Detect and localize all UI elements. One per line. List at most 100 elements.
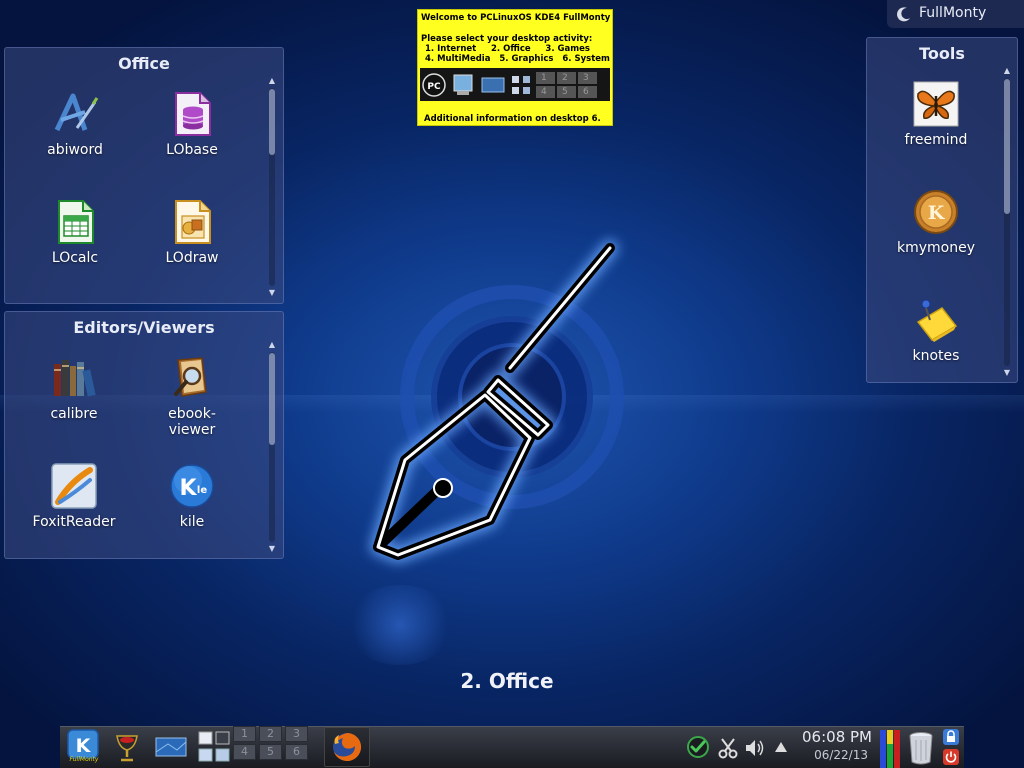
scroll-up-icon[interactable]: ▲ (1002, 66, 1012, 76)
chalice-icon (116, 735, 138, 762)
office-scrollbar[interactable]: ▲ ▼ (267, 76, 277, 298)
desktop-icon-abiword[interactable]: abiword (20, 90, 130, 158)
desktop-icon-localc[interactable]: LOcalc (20, 198, 130, 266)
desktop-icon-calibre[interactable]: calibre (19, 354, 129, 422)
checkmark-icon (687, 736, 709, 758)
svg-text:PC: PC (427, 82, 441, 92)
clock-date[interactable]: 06/22/13 (796, 748, 868, 762)
desktop-icon-label: kile (179, 514, 205, 530)
desktop-icon-lobase[interactable]: LObase (137, 90, 247, 158)
show-desktop-icon (155, 737, 187, 757)
folder-view-editors-viewers: Editors/Viewers ▲ ▼ calibre ebook- viewe… (4, 311, 284, 559)
taskbar-trash[interactable] (906, 730, 936, 766)
kmymoney-icon: K (914, 190, 958, 234)
pager-desktop-3[interactable]: 3 (285, 726, 308, 742)
desktop-icon-knotes[interactable]: knotes (881, 296, 991, 364)
welcome-pager-4: 4 (541, 87, 547, 97)
svg-text:K: K (928, 202, 946, 224)
desktop-icon-label: FoxitReader (32, 514, 116, 530)
scroll-up-icon[interactable]: ▲ (267, 340, 277, 350)
lodraw-icon (175, 200, 211, 244)
desktop-icon-label: freemind (904, 132, 968, 148)
desktop-icon-label: LObase (166, 142, 218, 158)
desktop-icon-foxitreader[interactable]: FoxitReader (19, 462, 129, 530)
pager-desktop-5[interactable]: 5 (259, 744, 282, 760)
moon-icon (897, 7, 910, 22)
pager-desktop-1[interactable]: 1 (233, 726, 256, 742)
welcome-pager-6: 6 (583, 87, 589, 97)
ebook-viewer-icon (174, 357, 207, 397)
office-scroll-thumb[interactable] (269, 89, 275, 155)
system-monitor-icon (880, 730, 900, 768)
welcome-taskbar-preview: PC 1 2 3 4 5 6 (420, 68, 610, 101)
panel-title-office: Office (118, 54, 170, 73)
pager-desktop-2[interactable]: 2 (259, 726, 282, 742)
wallpaper-glow (345, 585, 455, 665)
power-icon (943, 749, 959, 765)
svg-text:K: K (179, 476, 197, 501)
welcome-footer: Additional information on desktop 6. (424, 114, 601, 124)
activity-switcher[interactable]: FullMonty (887, 0, 1024, 28)
pager-desktop-4[interactable]: 4 (233, 744, 256, 760)
desktop-icon-label: knotes (912, 348, 960, 364)
desktop-icon-label: abiword (47, 142, 103, 158)
svg-text:le: le (197, 485, 207, 496)
tray-update-ok[interactable] (686, 735, 710, 759)
scroll-down-icon[interactable]: ▼ (267, 544, 277, 554)
tray-clipboard[interactable] (717, 737, 739, 759)
welcome-preview-icons: PC (422, 72, 597, 98)
lock-screen-button[interactable] (942, 728, 960, 746)
foxitreader-icon (51, 463, 97, 509)
desktop-icon-kmymoney[interactable]: K kmymoney (881, 188, 991, 256)
desktop-icon-label: ebook- viewer (168, 406, 216, 438)
welcome-pager-3: 3 (583, 73, 589, 83)
desktop-icon-kile[interactable]: K le kile (137, 462, 247, 530)
firefox-icon (333, 732, 362, 761)
freemind-icon (913, 81, 959, 127)
application-launcher[interactable]: K FullMonty (64, 728, 104, 766)
desktop-icon-freemind[interactable]: freemind (881, 80, 991, 148)
scroll-up-icon[interactable]: ▲ (267, 76, 277, 86)
logout-button[interactable] (942, 748, 960, 766)
triangle-up-icon (775, 742, 787, 752)
panel-title-editors-viewers: Editors/Viewers (73, 318, 215, 337)
launcher-label: FullMonty (69, 756, 99, 763)
scroll-down-icon[interactable]: ▼ (1002, 368, 1012, 378)
tools-scrollbar[interactable]: ▲ ▼ (1002, 66, 1012, 378)
taskbar-chalice-button[interactable] (113, 730, 141, 764)
localc-icon (58, 200, 94, 244)
lock-icon (943, 729, 959, 745)
welcome-title: Welcome to PCLinuxOS KDE4 FullMonty (421, 13, 611, 23)
pager-desktop-6[interactable]: 6 (285, 744, 308, 760)
welcome-pager-1: 1 (541, 73, 547, 83)
scroll-down-icon[interactable]: ▼ (267, 288, 277, 298)
scissors-icon (718, 738, 738, 759)
editors-scrollbar[interactable]: ▲ ▼ (267, 340, 277, 554)
activity-name-label: 2. Office (460, 669, 554, 693)
welcome-pager-2: 2 (562, 73, 568, 83)
desktop-icon-label: kmymoney (896, 240, 975, 256)
tray-expand-button[interactable] (772, 738, 790, 756)
desktop-pager: 1 2 3 4 5 6 (232, 726, 312, 766)
desktop-icon-ebook-viewer[interactable]: ebook- viewer (137, 354, 247, 438)
pen-nib-wallpaper-icon (370, 240, 624, 563)
folder-view-office: Office ▲ ▼ abiword LObase LOcalc LOdraw (4, 47, 284, 304)
welcome-note: Welcome to PCLinuxOS KDE4 FullMonty Plea… (417, 9, 613, 126)
taskbar-show-desktop-button[interactable] (153, 732, 189, 762)
welcome-prompt: Please select your desktop activity: (421, 34, 593, 44)
desktop-icon-label: LOcalc (51, 250, 99, 266)
desktop-icon-lodraw[interactable]: LOdraw (137, 198, 247, 266)
tray-system-monitor[interactable] (879, 728, 903, 768)
welcome-options-2: 4. MultiMedia 5. Graphics 6. System (425, 54, 610, 64)
editors-scroll-thumb[interactable] (269, 353, 275, 445)
trash-icon (909, 732, 933, 765)
welcome-options-1: 1. Internet 2. Office 3. Games (425, 44, 590, 54)
knotes-icon (916, 299, 958, 342)
folder-view-tools: Tools ▲ ▼ freemind K kmymoney knotes (866, 37, 1018, 383)
tools-scroll-thumb[interactable] (1004, 79, 1010, 214)
taskbar-task-firefox[interactable] (324, 727, 370, 767)
lobase-icon (175, 92, 211, 136)
clock-time[interactable]: 06:08 PM (796, 728, 872, 746)
tray-volume[interactable] (744, 737, 766, 759)
activity-switcher-label: FullMonty (919, 5, 987, 21)
